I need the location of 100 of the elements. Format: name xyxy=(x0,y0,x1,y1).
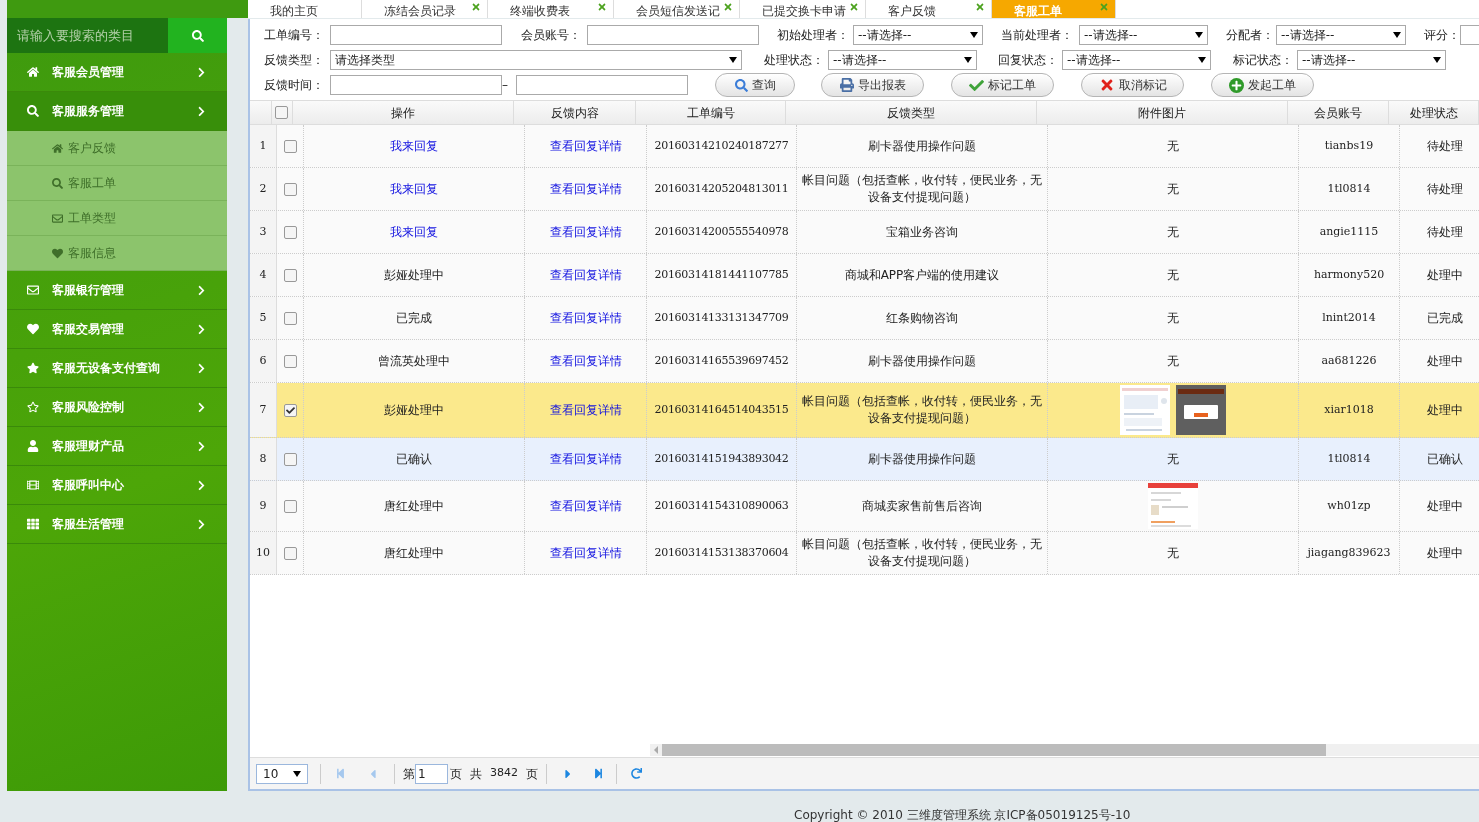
detail-link[interactable]: 查看回复详情 xyxy=(549,309,622,327)
column-header[interactable]: 会员账号 xyxy=(1288,101,1389,124)
table-row[interactable]: 1 我来回复 查看回复详情 20160314210240187277 刷卡器使用操作问题 无 tianbs19 待处理 xyxy=(250,125,1479,168)
select-field[interactable]: --请选择-- xyxy=(1297,50,1446,70)
table-cell-text: 待处理 xyxy=(1427,138,1463,155)
table-cell-text: 20160314153138370604 xyxy=(654,544,789,561)
toolbar-button[interactable]: 导出报表 xyxy=(821,73,924,97)
field-label: 标记状态： xyxy=(1233,52,1294,69)
page-label: 共 xyxy=(470,765,482,783)
table-cell-text: tianbs19 xyxy=(1324,137,1374,154)
tab[interactable]: 冻结会员记录 xyxy=(362,0,488,18)
table-cell-text: harmony520 xyxy=(1313,266,1385,283)
detail-link[interactable]: 查看回复详情 xyxy=(549,266,622,284)
select-field[interactable]: --请选择-- xyxy=(1079,25,1208,45)
table-row[interactable]: 8 已确认 查看回复详情 20160314151943893042 刷卡器使用操作问题 无 1tl0814 已确认 xyxy=(250,438,1479,481)
table-cell-text: 无 xyxy=(1167,310,1179,327)
table-row[interactable]: 5 已完成 查看回复详情 20160314133131347709 红条购物咨询 无 lnint2014 已完成 xyxy=(250,297,1479,340)
row-number: 8 xyxy=(250,438,277,480)
toolbar-button[interactable]: 发起工单 xyxy=(1211,73,1314,97)
table-row[interactable]: 9 唐红处理中 查看回复详情 20160314154310890063 商城卖家售前售后咨询 wh01zp 处理中 xyxy=(250,481,1479,532)
table-cell-text: 处理中 xyxy=(1427,545,1463,562)
table-cell-text: aa681226 xyxy=(1321,352,1377,369)
table-cell-text: 无 xyxy=(1167,181,1179,198)
table-cell-text: wh01zp xyxy=(1327,497,1371,514)
table-cell-text: 无 xyxy=(1167,545,1179,562)
table-cell-text: 已确认 xyxy=(1427,451,1463,468)
field-label: 反馈类型： xyxy=(264,52,325,69)
table-row[interactable]: 7 彭娅处理中 查看回复详情 20160314164514043515 帐目问题（包括查帐，收付转，便民业务，无设备支付提现问题） xiar1018 处理中 xyxy=(250,383,1479,438)
field-label: 当前处理者： xyxy=(1001,27,1074,44)
table-cell-text: 处理中 xyxy=(1427,353,1463,370)
table-cell: 帐目问题（包括查帐，收付转，便民业务，无设备支付提现问题） xyxy=(801,536,1043,570)
row-number: 2 xyxy=(250,168,277,210)
field-label: 初始处理者： xyxy=(777,27,850,44)
table-row[interactable]: 10 唐红处理中 查看回复详情 20160314153138370604 帐目问题（包括查帐，收付转，便民业务，无设备支付提现问题） 无 jiagang839623 处理中 xyxy=(250,532,1479,575)
toolbar-button[interactable]: 标记工单 xyxy=(951,73,1054,97)
table-cell-text: 曾流英处理中 xyxy=(378,353,450,370)
table-cell-text: 20160314210240187277 xyxy=(654,137,789,154)
table-row[interactable]: 6 曾流英处理中 查看回复详情 20160314165539697452 刷卡器使用操作问题 无 aa681226 处理中 xyxy=(250,340,1479,383)
detail-link[interactable]: 查看回复详情 xyxy=(549,401,622,419)
table-cell-text: 处理中 xyxy=(1427,267,1463,284)
detail-link[interactable]: 查看回复详情 xyxy=(549,223,622,241)
detail-link[interactable]: 查看回复详情 xyxy=(549,544,622,562)
table-cell-text: 20160314133131347709 xyxy=(654,309,789,326)
sidebar-item[interactable]: 客服服务管理 xyxy=(7,92,227,131)
detail-link[interactable]: 查看回复详情 xyxy=(549,180,622,198)
page-label: 页 xyxy=(526,765,538,783)
tab[interactable]: 会员短信发送记 xyxy=(614,0,740,18)
toolbar-button[interactable]: 取消标记 xyxy=(1081,73,1184,97)
table-cell-text: 20160314165539697452 xyxy=(654,352,789,369)
table-row[interactable]: 2 我来回复 查看回复详情 20160314205204813011 帐目问题（包括查帐，收付转，便民业务，无设备支付提现问题） 无 1tl0814 待处理 xyxy=(250,168,1479,211)
detail-link[interactable]: 查看回复详情 xyxy=(549,497,622,515)
column-header[interactable]: 操作 xyxy=(293,101,514,124)
field-label: 工单编号： xyxy=(264,27,325,44)
table-cell-text: 彭娅处理中 xyxy=(384,267,444,284)
reply-link[interactable]: 我来回复 xyxy=(390,180,438,198)
toolbar-button[interactable]: 查询 xyxy=(715,73,795,97)
table-cell-text: 唐红处理中 xyxy=(384,545,444,562)
select-field[interactable]: --请选择-- xyxy=(853,25,983,45)
tab[interactable]: 我的主页 xyxy=(248,0,362,18)
table-cell-text: angie1115 xyxy=(1319,223,1379,240)
column-header[interactable]: 附件图片 xyxy=(1037,101,1288,124)
tab[interactable]: 已提交换卡申请 xyxy=(740,0,866,18)
table-cell-text: 彭娅处理中 xyxy=(384,402,444,419)
tab[interactable]: 终端收费表 xyxy=(488,0,614,18)
table-cell-text: 已完成 xyxy=(1427,310,1463,327)
table-cell: 商城卖家售前售后咨询 xyxy=(862,497,982,515)
select-field[interactable]: --请选择-- xyxy=(1062,50,1211,70)
row-number: 6 xyxy=(250,340,277,382)
field-label: 反馈时间： xyxy=(264,77,325,94)
table-cell-text: lnint2014 xyxy=(1322,309,1376,326)
table-cell-text: 20160314205204813011 xyxy=(654,180,789,197)
column-header[interactable]: 反馈类型 xyxy=(786,101,1037,124)
row-number: 3 xyxy=(250,211,277,253)
detail-link[interactable]: 查看回复详情 xyxy=(549,137,622,155)
table-row[interactable]: 3 我来回复 查看回复详情 20160314200555540978 宝箱业务咨询 无 angie1115 待处理 xyxy=(250,211,1479,254)
page-label: 页 xyxy=(450,765,462,783)
table-cell: 红条购物咨询 xyxy=(886,309,958,327)
column-header[interactable]: 工单编号 xyxy=(636,101,786,124)
search-field[interactable]: 请输入要搜索的类目 xyxy=(7,18,168,53)
table-cell-text: xiar1018 xyxy=(1324,401,1374,418)
table-cell-text: 20160314154310890063 xyxy=(654,497,789,514)
table-cell-text: 已完成 xyxy=(396,310,432,327)
field-label: 评分： xyxy=(1424,27,1460,44)
select-field[interactable]: --请选择-- xyxy=(828,50,977,70)
table-cell-text: 1tl0814 xyxy=(1327,180,1371,197)
table-cell-text: 20160314164514043515 xyxy=(654,401,789,418)
page-size-select[interactable]: 10 xyxy=(256,763,308,784)
column-header[interactable]: 反馈内容 xyxy=(514,101,636,124)
row-number: 1 xyxy=(250,125,277,167)
detail-link[interactable]: 查看回复详情 xyxy=(549,352,622,370)
field-label: 处理状态： xyxy=(764,52,825,69)
page-field[interactable]: 1 xyxy=(415,763,448,784)
select-field[interactable]: --请选择-- xyxy=(1276,25,1406,45)
table-row[interactable]: 4 彭娅处理中 查看回复详情 20160314181441107785 商城和APP客户端的使用建议 无 harmony520 处理中 xyxy=(250,254,1479,297)
select-field[interactable]: 请选择类型 xyxy=(330,50,742,70)
reply-link[interactable]: 我来回复 xyxy=(390,137,438,155)
reply-link[interactable]: 我来回复 xyxy=(390,223,438,241)
table-cell: 商城和APP客户端的使用建议 xyxy=(844,266,1000,284)
column-header[interactable]: 处理状态 xyxy=(1389,101,1479,124)
detail-link[interactable]: 查看回复详情 xyxy=(549,450,622,468)
